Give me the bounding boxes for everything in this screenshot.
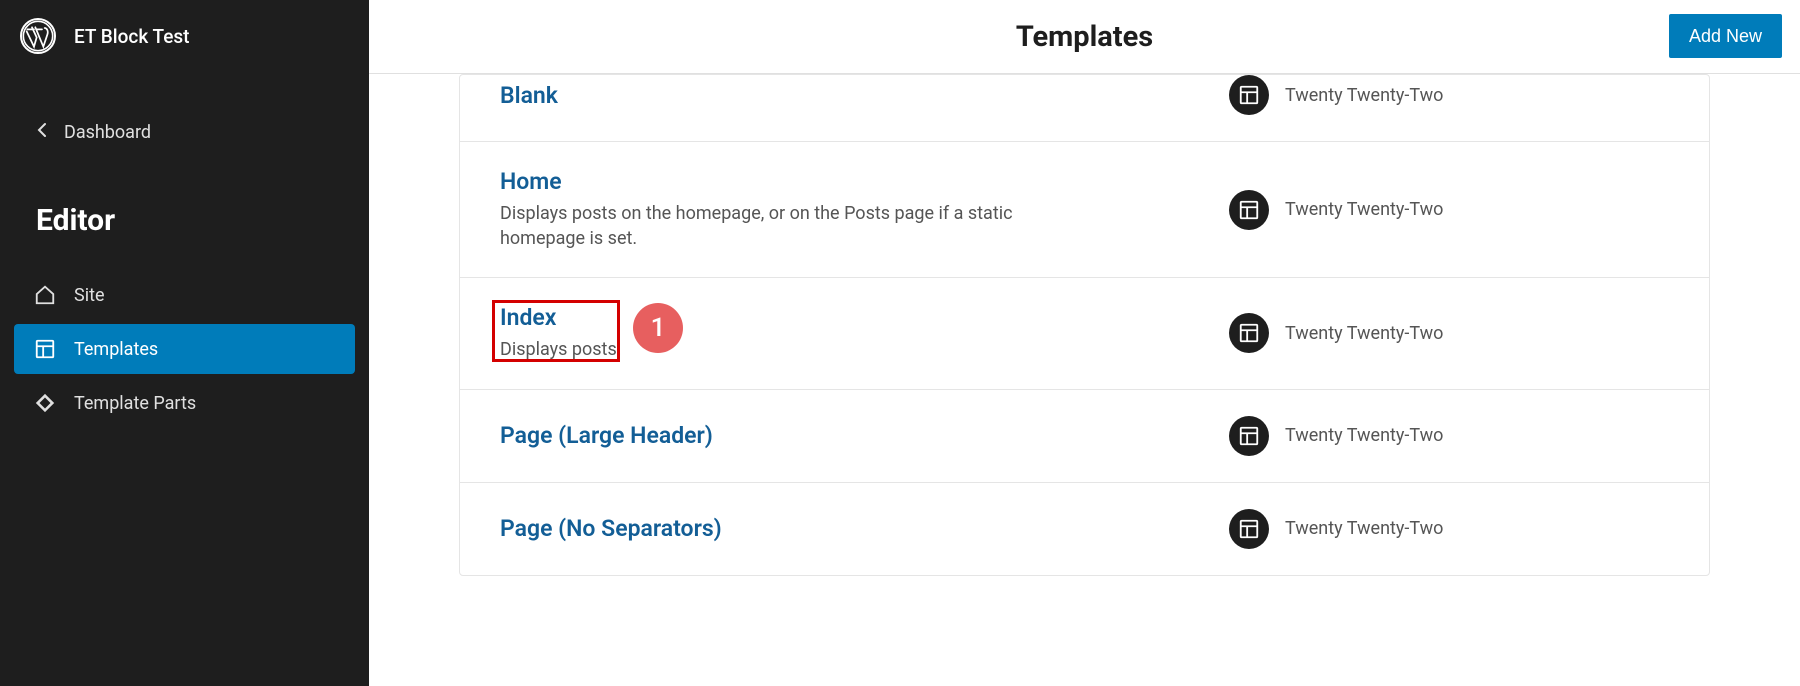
theme-name: Twenty Twenty-Two [1285,518,1443,539]
template-row-page-no-separators: Page (No Separators) Twenty Twenty-Two [460,483,1709,575]
layout-icon [1229,75,1269,115]
theme-name: Twenty Twenty-Two [1285,323,1443,344]
template-title-link[interactable]: Blank [500,82,558,109]
layout-icon [1229,313,1269,353]
layout-icon [34,338,56,360]
content-area: Blank Twenty Twenty-Two Home Displays po… [369,74,1800,686]
theme-name: Twenty Twenty-Two [1285,85,1443,106]
sidebar: ET Block Test Dashboard Editor Site Temp… [0,0,369,686]
sidebar-item-label: Template Parts [74,393,196,414]
sidebar-item-label: Site [74,285,105,306]
sidebar-item-label: Templates [74,339,158,360]
chevron-left-icon [36,122,48,143]
sidebar-nav: Site Templates Template Parts [0,270,369,428]
template-title-link[interactable]: Page (Large Header) [500,422,713,449]
diamond-icon [34,392,56,414]
layout-icon [1229,190,1269,230]
template-title-link[interactable]: Page (No Separators) [500,515,722,542]
sidebar-item-template-parts[interactable]: Template Parts [14,378,355,428]
template-title-link[interactable]: Index [500,304,556,331]
template-description: Displays posts. [500,337,1020,362]
theme-name: Twenty Twenty-Two [1285,425,1443,446]
site-header: ET Block Test [0,0,369,72]
home-icon [34,284,56,306]
page-title: Templates [1016,20,1153,54]
templates-panel: Blank Twenty Twenty-Two Home Displays po… [459,74,1710,576]
template-title-link[interactable]: Home [500,168,562,195]
dashboard-back-link[interactable]: Dashboard [0,122,369,143]
add-new-button[interactable]: Add New [1669,14,1782,58]
layout-icon [1229,509,1269,549]
dashboard-label: Dashboard [64,122,151,143]
editor-heading: Editor [0,203,369,238]
site-title: ET Block Test [74,25,189,48]
template-description: Displays posts on the homepage, or on th… [500,201,1020,251]
template-row-home: Home Displays posts on the homepage, or … [460,142,1709,278]
topbar: Templates Add New [369,0,1800,74]
sidebar-item-templates[interactable]: Templates [14,324,355,374]
template-row-page-large-header: Page (Large Header) Twenty Twenty-Two [460,390,1709,483]
template-row-blank: Blank Twenty Twenty-Two [460,75,1709,142]
main: Templates Add New Blank Twenty Twenty-Tw… [369,0,1800,686]
sidebar-item-site[interactable]: Site [14,270,355,320]
template-row-index: Index Displays posts. 1 Twenty Twenty-Tw… [460,278,1709,389]
wordpress-logo-icon[interactable] [20,18,56,54]
layout-icon [1229,416,1269,456]
theme-name: Twenty Twenty-Two [1285,199,1443,220]
